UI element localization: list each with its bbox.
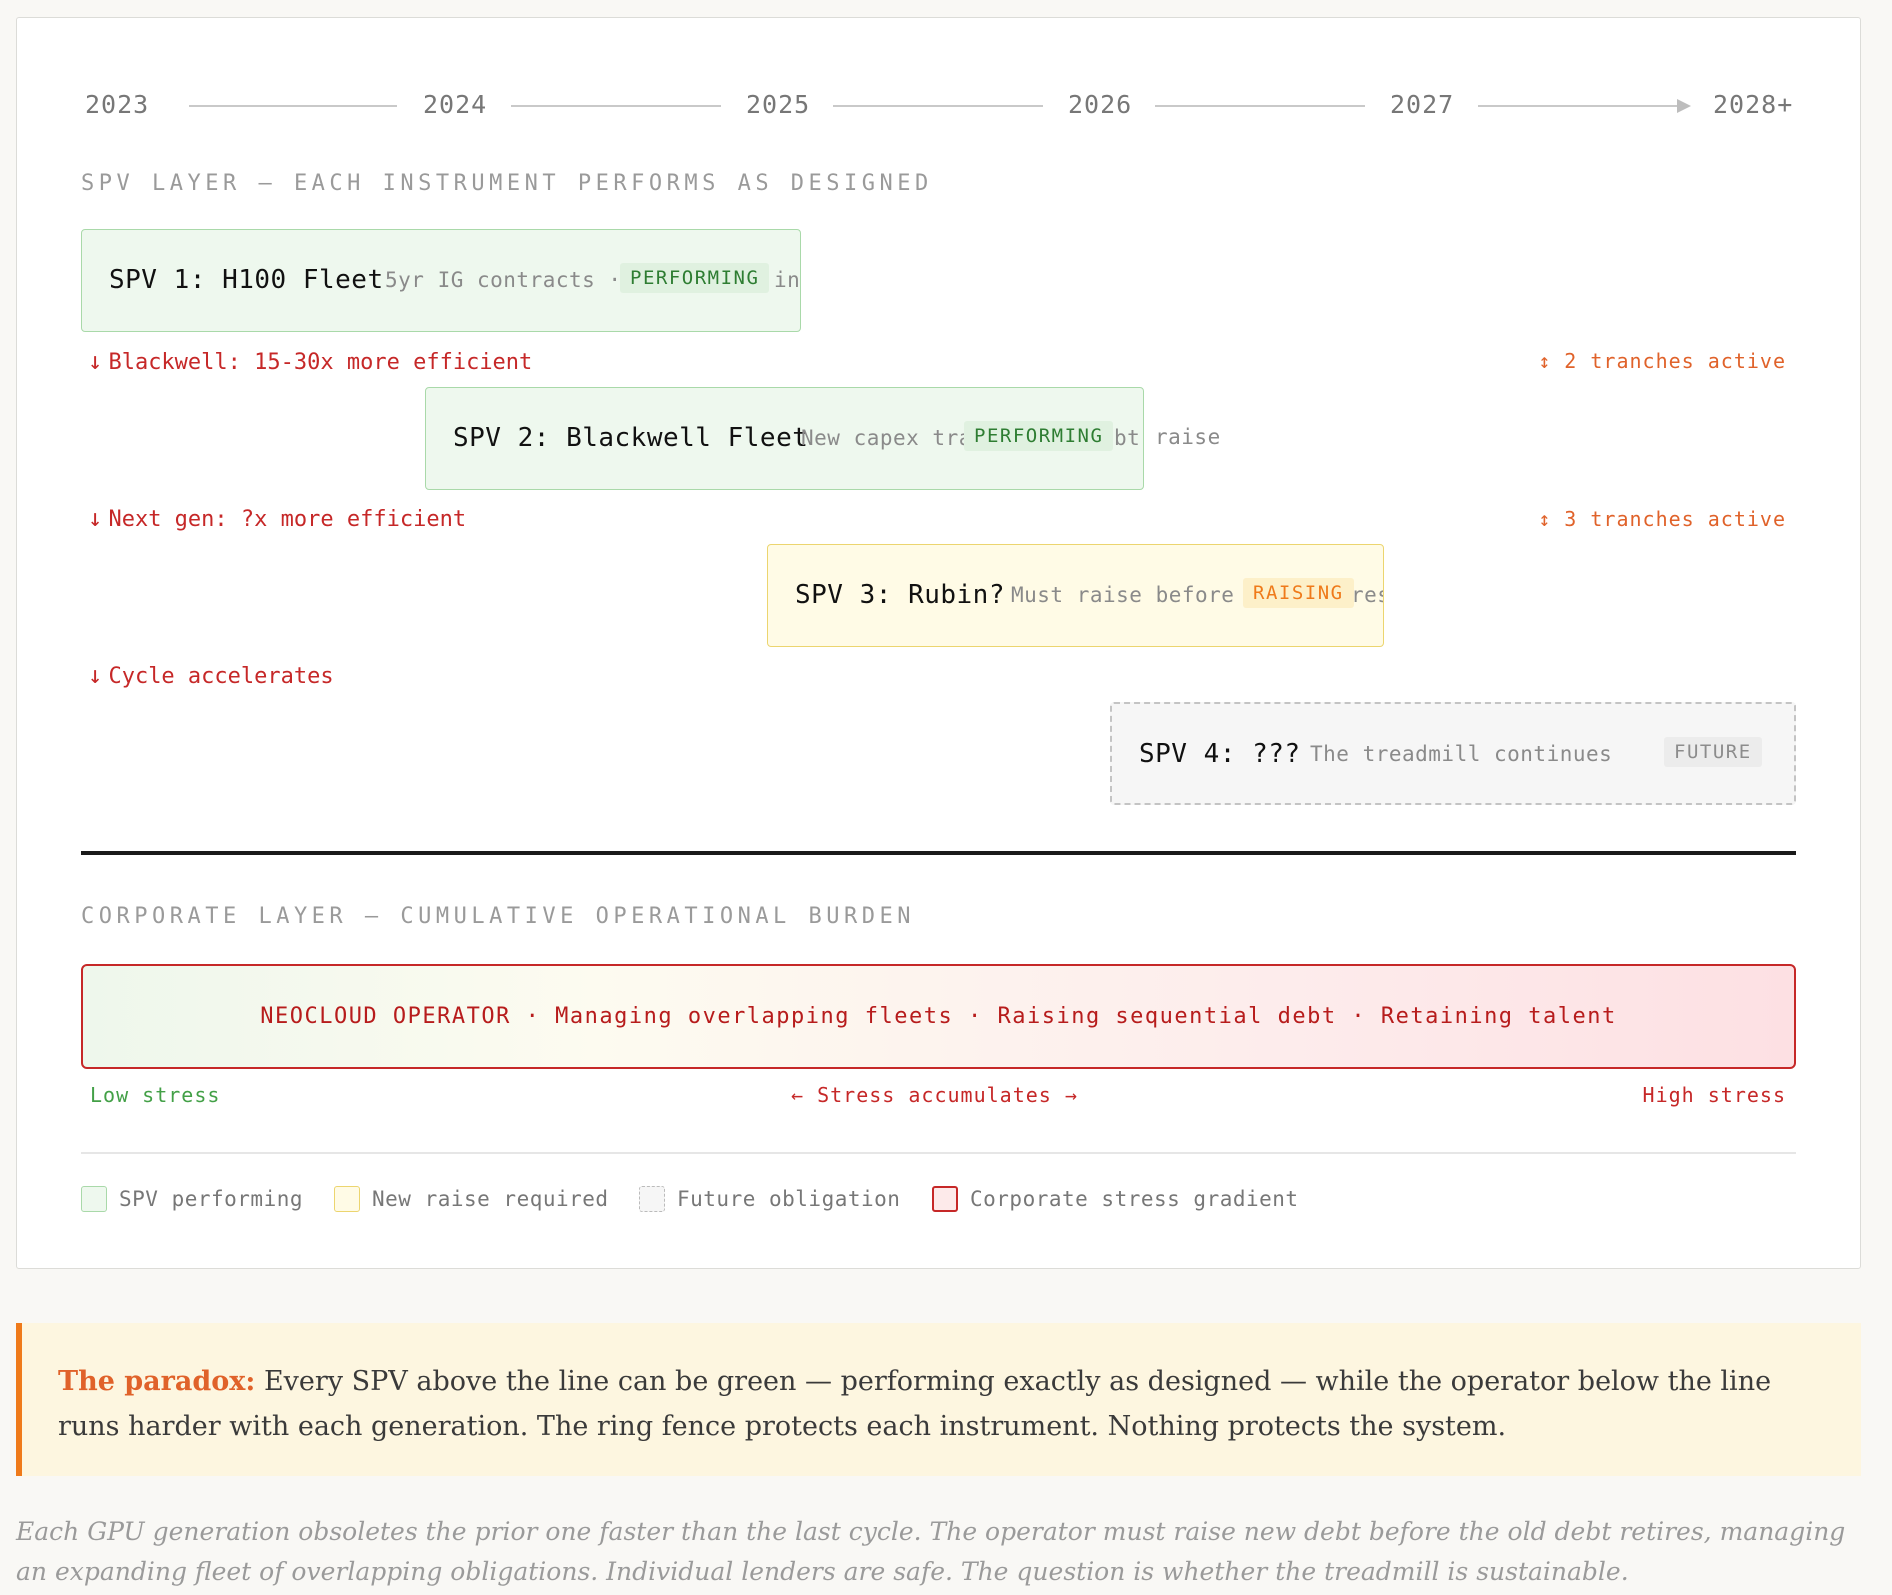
legend-swatch-stress [932,1186,958,1212]
status-badge: PERFORMING [620,263,770,293]
status-badge: FUTURE [1664,737,1762,767]
legend-swatch-performing [81,1186,107,1212]
legend-item: New raise required [334,1186,609,1212]
spv-description-tail: bt raise [1114,426,1143,450]
year-label: 2026 [1068,90,1133,119]
tranche-count: ↕ 2 tranches active [1538,349,1786,373]
legend-label: Future obligation [677,1187,901,1211]
legend-item: SPV performing [81,1186,303,1212]
timeline-segment [1155,105,1365,107]
callout-body: Every SPV above the line can be green — … [58,1366,1772,1442]
spv-description: Must raise before S [1011,583,1261,607]
timeline-segment [833,105,1043,107]
spv-title: SPV 2: Blackwell Fleet [453,423,809,453]
spv-description: 5yr IG contracts · P [385,268,648,292]
spv-title: SPV 3: Rubin? [795,580,1005,610]
arrow-down-icon: ↓ [88,504,103,532]
legend-item: Corporate stress gradient [932,1186,1299,1212]
efficiency-note: ↓ Next gen: ?x more efficient [88,504,466,532]
legend-divider [81,1152,1796,1154]
efficiency-note-text: Next gen: ?x more efficient [108,507,467,532]
year-label: 2027 [1390,90,1455,119]
year-label: 2024 [423,90,488,119]
arrow-down-icon: ↓ [88,661,103,689]
legend-label: New raise required [372,1187,609,1211]
spv-description: The treadmill continues [1310,742,1613,766]
legend-label: Corporate stress gradient [970,1187,1299,1211]
timeline-arrowhead-icon [1677,99,1691,113]
year-label: 2023 [85,90,150,119]
timeline-segment [511,105,721,107]
year-label: 2028+ [1713,90,1794,119]
spv-box-2[interactable]: SPV 2: Blackwell Fleet New capex tra bt … [425,387,1144,490]
corporate-layer-label: CORPORATE LAYER — CUMULATIVE OPERATIONAL… [81,904,916,929]
efficiency-note-text: Blackwell: 15-30x more efficient [108,350,533,375]
stress-accumulates-label: ← Stress accumulates → [791,1083,1078,1107]
figure-caption: Each GPU generation obsoletes the prior … [16,1517,1846,1586]
legend-swatch-raise [334,1186,360,1212]
spv-box-4[interactable]: SPV 4: ??? The treadmill continues FUTUR… [1110,702,1796,805]
low-stress-label: Low stress [90,1083,221,1107]
spv-layer-label: SPV LAYER — EACH INSTRUMENT PERFORMS AS … [81,171,933,196]
spv-description-tail: res [1351,583,1383,607]
legend-item: Future obligation [639,1186,900,1212]
spv-box-1[interactable]: SPV 1: H100 Fleet 5yr IG contracts · P i… [81,229,801,332]
tranche-count: ↕ 3 tranches active [1538,507,1786,531]
spv-box-3[interactable]: SPV 3: Rubin? Must raise before S res RA… [767,544,1384,647]
spv-description-overflow: raise [1155,425,1221,449]
timeline-segment [189,105,397,107]
spv-description: New capex tra [801,426,972,450]
high-stress-label: High stress [1642,1083,1786,1107]
legend-swatch-future [639,1186,665,1212]
paradox-callout: The paradox: Every SPV above the line ca… [16,1323,1861,1476]
spv-title: SPV 4: ??? [1139,739,1301,769]
status-badge: RAISING [1243,578,1354,608]
callout-lead: The paradox: [58,1366,256,1397]
spv-description-tail: ing [774,268,801,292]
year-label: 2025 [746,90,811,119]
legend-label: SPV performing [119,1187,304,1211]
corporate-bar-text: NEOCLOUD OPERATOR · Managing overlapping… [260,1004,1617,1029]
spv-title: SPV 1: H100 Fleet [109,265,384,295]
efficiency-note: ↓ Cycle accelerates [88,661,334,689]
layer-divider [81,851,1796,855]
timeline-segment [1478,105,1681,107]
status-badge: PERFORMING [964,421,1114,451]
callout-text: The paradox: Every SPV above the line ca… [58,1359,1831,1449]
efficiency-note-text: Cycle accelerates [108,664,334,689]
corporate-stress-bar: NEOCLOUD OPERATOR · Managing overlapping… [81,964,1796,1069]
efficiency-note: ↓ Blackwell: 15-30x more efficient [88,347,532,375]
arrow-down-icon: ↓ [88,347,103,375]
